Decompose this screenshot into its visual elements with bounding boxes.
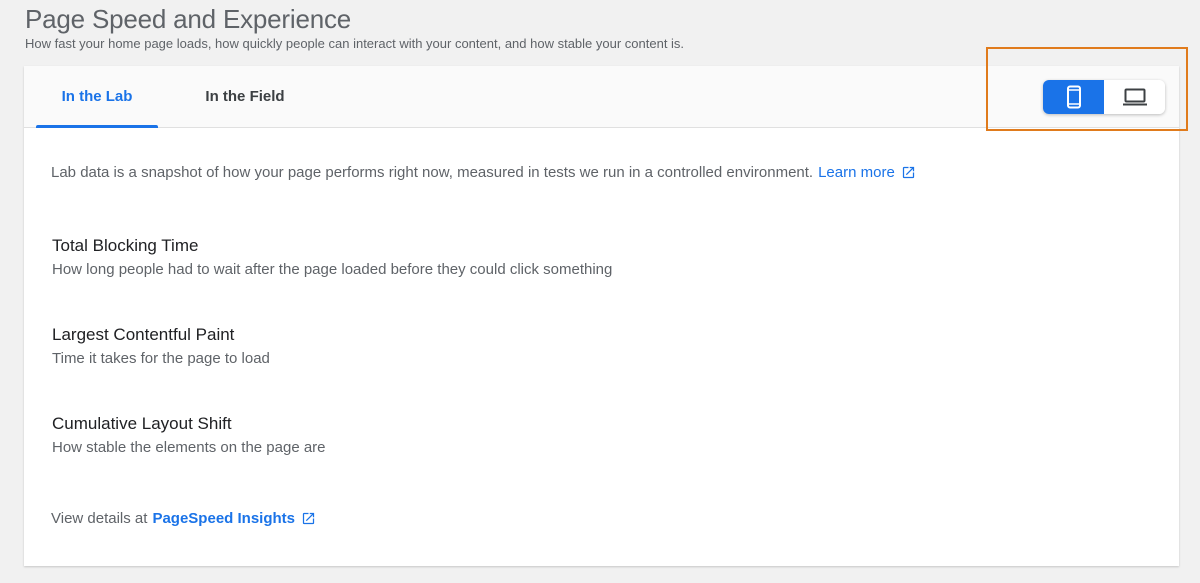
learn-more-label: Learn more	[818, 164, 895, 181]
intro-paragraph: Lab data is a snapshot of how your page …	[51, 164, 916, 181]
page-speed-card: In the Lab In the Field Lab data is a sn…	[24, 66, 1179, 566]
metric-description: How long people had to wait after the pa…	[52, 261, 613, 278]
tab-in-the-field[interactable]: In the Field	[184, 66, 306, 127]
external-link-icon	[302, 512, 315, 525]
metric-title: Cumulative Layout Shift	[52, 414, 232, 433]
metric-description: How stable the elements on the page are	[52, 439, 326, 456]
page-subtitle: How fast your home page loads, how quick…	[25, 36, 685, 51]
pagespeed-insights-link[interactable]: PageSpeed Insights	[152, 510, 316, 527]
metric-total-blocking-time: Total Blocking Time How long people had …	[52, 236, 612, 278]
metric-description: Time it takes for the page to load	[52, 350, 270, 367]
footer-text: View details at	[51, 510, 148, 527]
metric-cumulative-layout-shift: Cumulative Layout Shift How stable the e…	[52, 414, 326, 456]
page-title: Page Speed and Experience	[25, 4, 352, 34]
intro-text: Lab data is a snapshot of how your page …	[51, 164, 814, 181]
learn-more-link[interactable]: Learn more	[818, 164, 916, 181]
external-link-icon	[902, 166, 914, 179]
device-toggle-highlight	[986, 47, 1188, 131]
pagespeed-insights-label: PageSpeed Insights	[152, 510, 295, 527]
tab-in-the-lab[interactable]: In the Lab	[36, 66, 158, 128]
metric-title: Total Blocking Time	[52, 236, 199, 255]
metric-largest-contentful-paint: Largest Contentful Paint Time it takes f…	[52, 325, 270, 367]
footer-details: View details at PageSpeed Insights	[51, 510, 316, 527]
metric-title: Largest Contentful Paint	[52, 325, 235, 344]
